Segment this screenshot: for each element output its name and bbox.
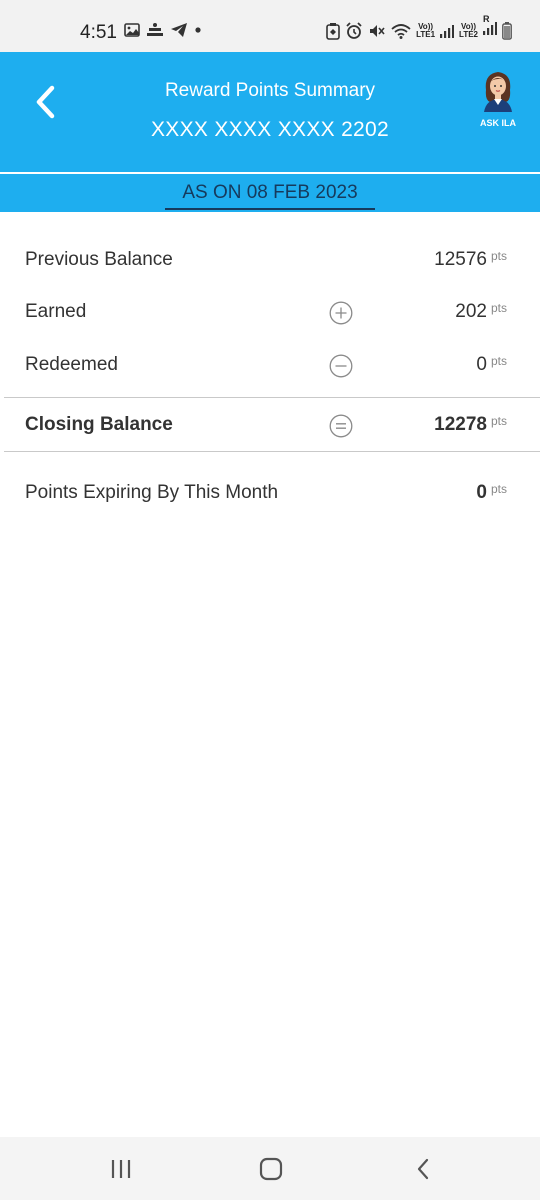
assistant-avatar-icon xyxy=(484,72,512,112)
redeemed-unit: pts xyxy=(491,354,508,368)
previous-balance-label: Previous Balance xyxy=(25,249,173,270)
system-nav-bar xyxy=(0,1137,540,1200)
app-header: Reward Points Summary XXXX XXXX XXXX 220… xyxy=(0,52,540,172)
alarm-icon xyxy=(346,21,362,39)
system-back-button[interactable] xyxy=(408,1155,438,1183)
equals-circle-icon xyxy=(329,414,353,438)
notification-dot-icon xyxy=(195,27,201,33)
closing-balance-value: 12278 xyxy=(434,414,487,435)
page-title: Reward Points Summary xyxy=(164,80,376,101)
earned-label: Earned xyxy=(25,301,87,322)
minus-circle-icon xyxy=(329,354,353,378)
status-notification-icons xyxy=(124,22,202,38)
summary-divider-top xyxy=(4,397,540,398)
network-1-label: Vo)) LTE1 xyxy=(416,21,436,39)
home-button[interactable] xyxy=(256,1155,286,1183)
closing-balance-label: Closing Balance xyxy=(25,414,173,435)
expiring-points-unit: pts xyxy=(491,482,508,496)
mute-icon xyxy=(370,24,385,37)
closing-balance-row: Closing Balance 12278 pts xyxy=(0,406,540,446)
expiring-points-row: Points Expiring By This Month 0 pts xyxy=(0,474,540,514)
battery-saver-icon xyxy=(326,22,340,40)
recent-apps-icon xyxy=(111,1160,131,1178)
earned-row: Earned 202 pts xyxy=(0,293,540,333)
status-bar: 4:51 Vo)) LTE1 Vo)) LTE2 R xyxy=(0,0,540,52)
status-time: 4:51 xyxy=(80,22,117,43)
closing-balance-unit: pts xyxy=(491,414,508,428)
ask-ila-assistant-button[interactable]: ASK ILA xyxy=(474,70,522,128)
bank-app-icon xyxy=(147,23,163,36)
wifi-icon xyxy=(391,23,411,39)
earned-value: 202 xyxy=(455,301,487,322)
redeemed-value: 0 xyxy=(476,354,487,375)
plus-circle-icon xyxy=(329,301,353,325)
date-strip: AS ON 08 FEB 2023 xyxy=(0,174,540,212)
gallery-icon xyxy=(124,23,140,37)
telegram-icon xyxy=(171,23,187,37)
redeemed-row: Redeemed 0 pts xyxy=(0,346,540,386)
status-system-icons: Vo)) LTE1 Vo)) LTE2 R xyxy=(326,14,512,41)
home-icon xyxy=(259,1157,283,1181)
signal-1-icon xyxy=(440,24,455,38)
network-2-label: Vo)) LTE2 xyxy=(459,21,478,39)
previous-balance-row: Previous Balance 12576 pts xyxy=(0,241,540,281)
recent-apps-button[interactable] xyxy=(106,1155,136,1183)
previous-balance-value: 12576 xyxy=(434,249,487,270)
previous-balance-unit: pts xyxy=(491,249,508,263)
battery-icon xyxy=(502,21,512,40)
masked-card-number: XXXX XXXX XXXX 2202 xyxy=(150,118,389,141)
expiring-points-value: 0 xyxy=(476,482,487,503)
summary-divider-bottom xyxy=(4,451,540,452)
signal-2-group: R xyxy=(483,14,497,41)
as-on-date: AS ON 08 FEB 2023 xyxy=(165,182,375,210)
redeemed-label: Redeemed xyxy=(25,354,118,375)
earned-unit: pts xyxy=(491,301,508,315)
back-icon xyxy=(417,1158,429,1180)
ask-ila-label: ASK ILA xyxy=(480,118,516,128)
roaming-indicator: R xyxy=(483,14,490,24)
expiring-points-label: Points Expiring By This Month xyxy=(25,482,279,503)
